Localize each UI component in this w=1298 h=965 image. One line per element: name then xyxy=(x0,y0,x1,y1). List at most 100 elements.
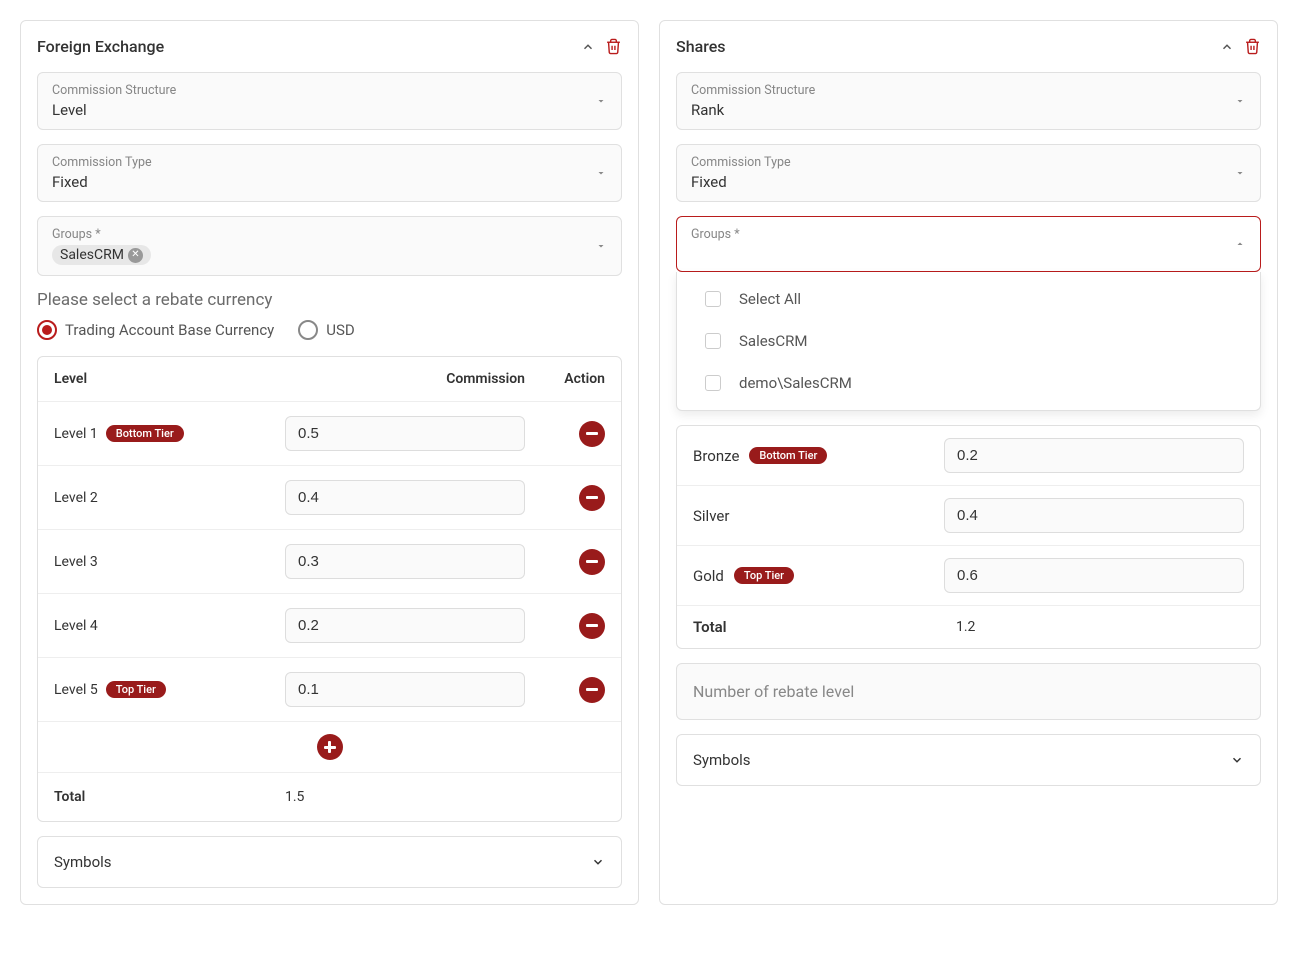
commission-input[interactable] xyxy=(285,416,525,451)
caret-down-icon xyxy=(595,240,607,252)
symbols-toggle[interactable]: Symbols xyxy=(676,734,1261,786)
radio-icon xyxy=(37,320,57,340)
radio-trading-base[interactable]: Trading Account Base Currency xyxy=(37,320,274,340)
foreign-exchange-panel: Foreign Exchange Commission Structure Le… xyxy=(20,20,639,905)
commission-input[interactable] xyxy=(285,544,525,579)
level-label: Level 5 xyxy=(54,682,98,698)
panel-title: Shares xyxy=(676,37,726,56)
commission-input[interactable] xyxy=(285,608,525,643)
select-label: Groups * xyxy=(52,227,607,242)
rebate-level-input[interactable]: Number of rebate level xyxy=(676,663,1261,720)
level-label: Level 3 xyxy=(54,554,98,570)
tier-badge: Bottom Tier xyxy=(106,425,184,442)
rank-label: Silver xyxy=(693,507,729,525)
dropdown-option[interactable]: demo\SalesCRM xyxy=(677,362,1260,404)
total-value: 1.5 xyxy=(285,789,525,805)
table-row: Gold Top Tier xyxy=(677,546,1260,606)
level-label: Level 4 xyxy=(54,618,98,634)
select-value: Rank xyxy=(691,101,1246,119)
commission-input[interactable] xyxy=(944,438,1244,473)
group-chip: SalesCRM ✕ xyxy=(52,245,151,265)
checkbox-icon xyxy=(705,333,721,349)
rank-table: Bronze Bottom Tier Silver Gold Top Tier … xyxy=(676,425,1261,649)
chip-remove-icon[interactable]: ✕ xyxy=(128,248,143,263)
radio-usd[interactable]: USD xyxy=(298,320,354,340)
select-label: Commission Structure xyxy=(52,83,607,98)
tier-badge: Top Tier xyxy=(106,681,166,698)
chip-label: SalesCRM xyxy=(60,247,124,263)
select-label: Commission Type xyxy=(691,155,1246,170)
checkbox-icon xyxy=(705,291,721,307)
rank-label: Bronze xyxy=(693,447,739,465)
add-row-icon[interactable] xyxy=(317,734,343,760)
level-table: Level Commission Action Level 1 Bottom T… xyxy=(37,356,622,822)
delete-icon[interactable] xyxy=(1244,38,1261,55)
col-header-level: Level xyxy=(54,371,285,387)
table-row: Silver xyxy=(677,486,1260,546)
checkbox-icon xyxy=(705,375,721,391)
select-value: Fixed xyxy=(691,173,1246,191)
remove-row-icon[interactable] xyxy=(579,613,605,639)
tier-badge: Top Tier xyxy=(734,567,794,584)
dropdown-select-all[interactable]: Select All xyxy=(677,278,1260,320)
total-label: Total xyxy=(54,789,285,805)
commission-structure-select[interactable]: Commission Structure Rank xyxy=(676,72,1261,130)
groups-select[interactable]: Groups * xyxy=(676,216,1261,272)
panel-title: Foreign Exchange xyxy=(37,37,164,56)
total-row: Total 1.2 xyxy=(677,606,1260,648)
commission-structure-select[interactable]: Commission Structure Level xyxy=(37,72,622,130)
groups-dropdown: Select All SalesCRM demo\SalesCRM xyxy=(676,272,1261,411)
select-value: Fixed xyxy=(52,173,607,191)
delete-icon[interactable] xyxy=(605,38,622,55)
radio-label: Trading Account Base Currency xyxy=(65,321,274,339)
caret-down-icon xyxy=(595,167,607,179)
commission-input[interactable] xyxy=(285,480,525,515)
collapse-icon[interactable] xyxy=(581,40,595,54)
remove-row-icon[interactable] xyxy=(579,677,605,703)
col-header-action: Action xyxy=(525,371,605,387)
radio-icon xyxy=(298,320,318,340)
remove-row-icon[interactable] xyxy=(579,421,605,447)
rebate-currency-label: Please select a rebate currency xyxy=(37,290,622,310)
shares-panel: Shares Commission Structure Rank Commiss… xyxy=(659,20,1278,905)
table-row: Level 1 Bottom Tier xyxy=(38,402,621,466)
total-label: Total xyxy=(693,618,944,636)
remove-row-icon[interactable] xyxy=(579,549,605,575)
chevron-down-icon xyxy=(1230,753,1244,767)
commission-type-select[interactable]: Commission Type Fixed xyxy=(37,144,622,202)
option-label: demo\SalesCRM xyxy=(739,374,852,392)
symbols-label: Symbols xyxy=(54,853,112,871)
chevron-down-icon xyxy=(591,855,605,869)
commission-input[interactable] xyxy=(285,672,525,707)
caret-down-icon xyxy=(595,95,607,107)
select-label: Commission Type xyxy=(52,155,607,170)
collapse-icon[interactable] xyxy=(1220,40,1234,54)
symbols-label: Symbols xyxy=(693,751,751,769)
select-label: Commission Structure xyxy=(691,83,1246,98)
col-header-commission: Commission xyxy=(285,371,525,387)
table-row: Level 5 Top Tier xyxy=(38,658,621,722)
table-row: Level 4 xyxy=(38,594,621,658)
caret-up-icon xyxy=(1234,238,1246,250)
rank-label: Gold xyxy=(693,567,724,585)
caret-down-icon xyxy=(1234,95,1246,107)
table-row: Bronze Bottom Tier xyxy=(677,426,1260,486)
option-label: Select All xyxy=(739,290,801,308)
level-label: Level 2 xyxy=(54,490,98,506)
table-row: Level 2 xyxy=(38,466,621,530)
commission-input[interactable] xyxy=(944,498,1244,533)
tier-badge: Bottom Tier xyxy=(749,447,827,464)
radio-label: USD xyxy=(326,321,354,339)
option-label: SalesCRM xyxy=(739,332,808,350)
groups-select[interactable]: Groups * SalesCRM ✕ xyxy=(37,216,622,276)
remove-row-icon[interactable] xyxy=(579,485,605,511)
symbols-toggle[interactable]: Symbols xyxy=(37,836,622,888)
caret-down-icon xyxy=(1234,167,1246,179)
total-value: 1.2 xyxy=(944,619,1244,635)
commission-input[interactable] xyxy=(944,558,1244,593)
level-label: Level 1 xyxy=(54,426,98,442)
dropdown-option[interactable]: SalesCRM xyxy=(677,320,1260,362)
select-label: Groups * xyxy=(691,227,1246,242)
placeholder-text: Number of rebate level xyxy=(693,682,854,701)
commission-type-select[interactable]: Commission Type Fixed xyxy=(676,144,1261,202)
